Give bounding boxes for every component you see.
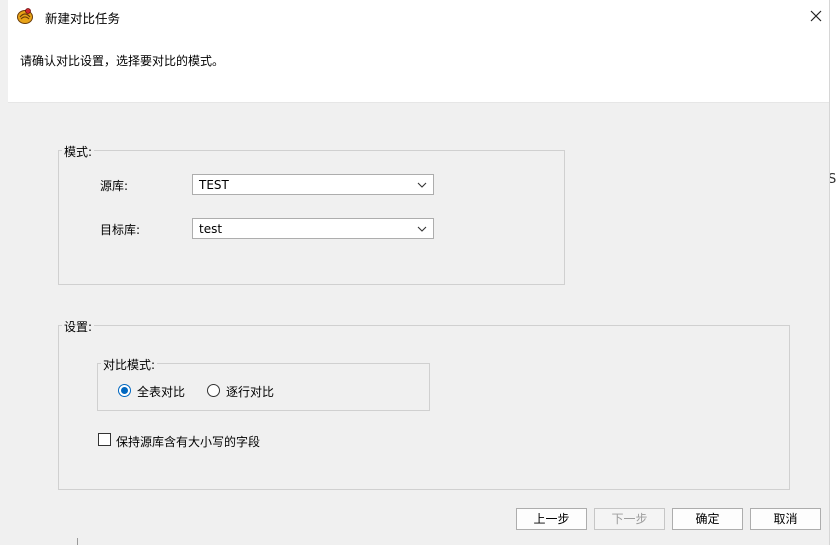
row-by-row-compare-radio[interactable] <box>207 384 220 397</box>
chevron-down-icon <box>417 182 427 188</box>
title-bar: 新建对比任务 <box>8 0 829 32</box>
source-db-label: 源库: <box>100 179 129 193</box>
back-button[interactable]: 上一步 <box>516 508 587 530</box>
compare-mode-label: 对比模式: <box>101 356 158 373</box>
source-db-select[interactable]: TEST <box>192 174 434 195</box>
close-icon <box>810 10 822 22</box>
ok-button[interactable]: 确定 <box>672 508 743 530</box>
keep-case-checkbox[interactable] <box>98 433 111 446</box>
next-button[interactable]: 下一步 <box>594 508 665 530</box>
full-table-compare-label[interactable]: 全表对比 <box>137 383 185 400</box>
target-db-label: 目标库: <box>100 223 141 237</box>
target-db-select[interactable]: test <box>192 218 434 239</box>
mode-group-label: 模式: <box>62 143 95 160</box>
target-db-value: test <box>199 222 223 236</box>
cancel-button[interactable]: 取消 <box>750 508 821 530</box>
instruction-text: 请确认对比设置，选择要对比的模式。 <box>20 54 225 68</box>
source-db-value: TEST <box>199 178 229 192</box>
dialog-header: 请确认对比设置，选择要对比的模式。 <box>8 32 829 103</box>
chevron-down-icon <box>417 226 427 232</box>
new-compare-task-dialog: 新建对比任务 请确认对比设置，选择要对比的模式。 模式: 源库: TEST 目标… <box>0 0 830 545</box>
row-by-row-compare-label[interactable]: 逐行对比 <box>226 383 274 400</box>
window-title: 新建对比任务 <box>45 11 121 26</box>
background-window <box>829 0 836 545</box>
keep-case-label[interactable]: 保持源库含有大小写的字段 <box>116 433 260 450</box>
close-button[interactable] <box>803 3 829 29</box>
settings-group-label: 设置: <box>62 318 95 335</box>
divider <box>77 538 78 545</box>
app-compare-icon <box>16 7 34 25</box>
full-table-compare-radio[interactable] <box>118 384 131 397</box>
